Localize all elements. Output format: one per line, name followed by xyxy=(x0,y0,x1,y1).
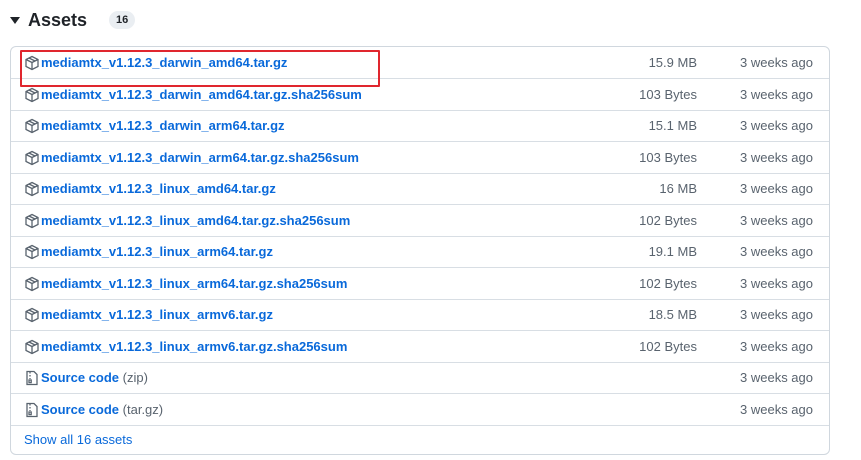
source-label: Source code xyxy=(41,402,120,417)
asset-date: 3 weeks ago xyxy=(740,118,813,133)
asset-link[interactable]: mediamtx_v1.12.3_darwin_arm64.tar.gz.sha… xyxy=(41,150,359,165)
asset-row: mediamtx_v1.12.3_linux_amd64.tar.gz 16 M… xyxy=(11,173,829,205)
asset-size: 103 Bytes xyxy=(639,150,697,165)
show-all-assets-link[interactable]: Show all 16 assets xyxy=(24,432,132,447)
source-format: (tar.gz) xyxy=(122,402,164,417)
assets-header: Assets 16 xyxy=(8,6,136,34)
file-zip-icon xyxy=(24,402,40,418)
asset-size: 102 Bytes xyxy=(639,213,697,228)
assets-title[interactable]: Assets xyxy=(28,10,87,31)
asset-row: mediamtx_v1.12.3_linux_armv6.tar.gz 18.5… xyxy=(11,299,829,331)
source-date: 3 weeks ago xyxy=(740,402,813,417)
package-icon xyxy=(24,181,40,197)
asset-link[interactable]: mediamtx_v1.12.3_darwin_amd64.tar.gz.sha… xyxy=(41,87,362,102)
asset-size: 102 Bytes xyxy=(639,276,697,291)
asset-link[interactable]: mediamtx_v1.12.3_darwin_arm64.tar.gz xyxy=(41,118,285,133)
assets-list: mediamtx_v1.12.3_darwin_amd64.tar.gz 15.… xyxy=(10,46,830,455)
asset-size: 102 Bytes xyxy=(639,339,697,354)
asset-size: 19.1 MB xyxy=(648,244,697,259)
asset-size: 15.9 MB xyxy=(648,55,697,70)
asset-date: 3 weeks ago xyxy=(740,213,813,228)
source-row: Source code (zip) 3 weeks ago xyxy=(11,362,829,394)
source-link[interactable]: Source code (zip) xyxy=(41,370,148,385)
file-zip-icon xyxy=(24,370,40,386)
package-icon xyxy=(24,87,40,103)
package-icon xyxy=(24,244,40,260)
asset-date: 3 weeks ago xyxy=(740,181,813,196)
assets-count-badge: 16 xyxy=(109,11,136,29)
asset-link[interactable]: mediamtx_v1.12.3_linux_arm64.tar.gz.sha2… xyxy=(41,276,347,291)
asset-date: 3 weeks ago xyxy=(740,276,813,291)
asset-date: 3 weeks ago xyxy=(740,339,813,354)
asset-row: mediamtx_v1.12.3_darwin_amd64.tar.gz 15.… xyxy=(11,47,829,79)
asset-row: mediamtx_v1.12.3_linux_arm64.tar.gz 19.1… xyxy=(11,236,829,268)
source-format: (zip) xyxy=(122,370,148,385)
asset-row: mediamtx_v1.12.3_linux_armv6.tar.gz.sha2… xyxy=(11,331,829,363)
package-icon xyxy=(24,339,40,355)
package-icon xyxy=(24,150,40,166)
triangle-down-icon[interactable] xyxy=(8,13,22,27)
package-icon xyxy=(24,276,40,292)
package-icon xyxy=(24,118,40,134)
asset-row: mediamtx_v1.12.3_darwin_arm64.tar.gz.sha… xyxy=(11,142,829,174)
asset-row: mediamtx_v1.12.3_darwin_arm64.tar.gz 15.… xyxy=(11,110,829,142)
asset-date: 3 weeks ago xyxy=(740,244,813,259)
asset-date: 3 weeks ago xyxy=(740,307,813,322)
asset-row: mediamtx_v1.12.3_linux_amd64.tar.gz.sha2… xyxy=(11,205,829,237)
asset-date: 3 weeks ago xyxy=(740,55,813,70)
asset-size: 18.5 MB xyxy=(648,307,697,322)
package-icon xyxy=(24,213,40,229)
source-date: 3 weeks ago xyxy=(740,370,813,385)
asset-size: 15.1 MB xyxy=(648,118,697,133)
asset-link[interactable]: mediamtx_v1.12.3_linux_armv6.tar.gz.sha2… xyxy=(41,339,347,354)
asset-link[interactable]: mediamtx_v1.12.3_linux_armv6.tar.gz xyxy=(41,307,273,322)
asset-link[interactable]: mediamtx_v1.12.3_linux_amd64.tar.gz xyxy=(41,181,276,196)
source-link[interactable]: Source code (tar.gz) xyxy=(41,402,163,417)
asset-link[interactable]: mediamtx_v1.12.3_darwin_amd64.tar.gz xyxy=(41,55,287,70)
asset-link[interactable]: mediamtx_v1.12.3_linux_amd64.tar.gz.sha2… xyxy=(41,213,350,228)
asset-date: 3 weeks ago xyxy=(740,150,813,165)
package-icon xyxy=(24,55,40,71)
asset-row: mediamtx_v1.12.3_darwin_amd64.tar.gz.sha… xyxy=(11,79,829,111)
asset-date: 3 weeks ago xyxy=(740,87,813,102)
asset-size: 103 Bytes xyxy=(639,87,697,102)
asset-size: 16 MB xyxy=(659,181,697,196)
asset-row: mediamtx_v1.12.3_linux_arm64.tar.gz.sha2… xyxy=(11,268,829,300)
source-row: Source code (tar.gz) 3 weeks ago xyxy=(11,394,829,426)
asset-link[interactable]: mediamtx_v1.12.3_linux_arm64.tar.gz xyxy=(41,244,273,259)
package-icon xyxy=(24,307,40,323)
source-label: Source code xyxy=(41,370,120,385)
